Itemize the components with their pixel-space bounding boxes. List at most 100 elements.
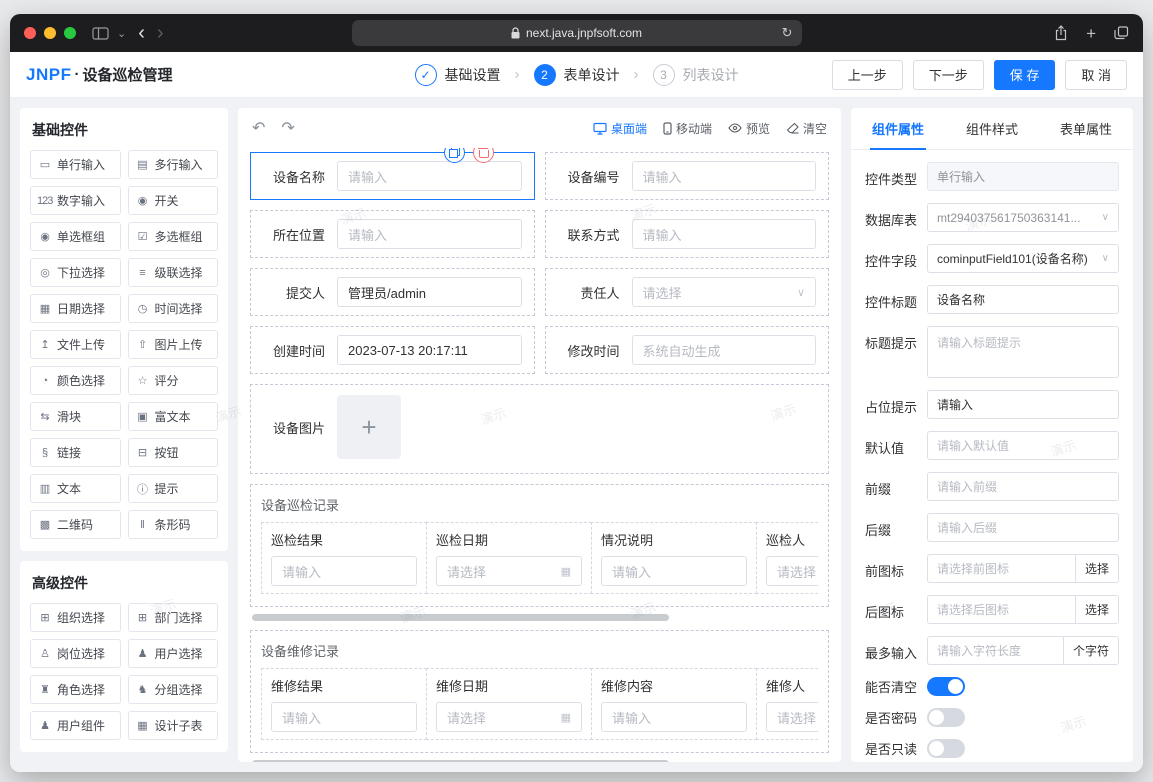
- control-chip-rich-text[interactable]: ▣ 富文本: [127, 402, 218, 431]
- control-chip-label: 图片上传: [154, 338, 203, 352]
- tab-component-style[interactable]: 组件样式: [945, 108, 1039, 149]
- control-chip-group-select[interactable]: ♞ 分组选择: [127, 675, 218, 704]
- next-step-button[interactable]: 下一步: [912, 59, 984, 90]
- cancel-button[interactable]: 取 消: [1065, 59, 1127, 90]
- canvas-field-modify-time[interactable]: 修改时间 系统自动生成: [544, 326, 829, 374]
- control-chip-slider[interactable]: ⇆ 滑块: [30, 402, 121, 431]
- control-chip-color-picker[interactable]: ◔ 颜色选择: [30, 366, 121, 395]
- horizontal-scrollbar[interactable]: [252, 760, 669, 762]
- mobile-mode-button[interactable]: 移动端: [663, 120, 712, 137]
- control-chip-date-picker[interactable]: ▦ 日期选择: [30, 294, 121, 323]
- canvas-field-contact[interactable]: 联系方式 请输入: [544, 210, 829, 258]
- back-button[interactable]: ‹: [138, 23, 145, 43]
- subtable-repair-record[interactable]: 设备维修记录维修结果请输入维修日期请选择▦维修内容请输入维修人请选择∨: [250, 630, 829, 753]
- input-default-value[interactable]: 请输入默认值: [927, 431, 1119, 460]
- toggle-is-readonly[interactable]: [927, 739, 965, 758]
- control-chip-image-upload[interactable]: ⇧ 图片上传: [127, 330, 218, 359]
- number-input-icon: 123: [37, 194, 53, 207]
- canvas-field-owner[interactable]: 责任人 请选择 ∨: [544, 268, 829, 316]
- canvas-field-create-time[interactable]: 创建时间 2023-07-13 20:17:11: [250, 326, 535, 374]
- input-max-length[interactable]: 请输入字符长度: [927, 636, 1063, 665]
- control-chip-select[interactable]: ◎ 下拉选择: [30, 258, 121, 287]
- prop-row-database-table: 数据库表 mt294037561750363141... ∨: [865, 203, 1119, 232]
- control-chip-design-subtable[interactable]: ▦ 设计子表: [127, 711, 218, 740]
- prev-step-button[interactable]: 上一步: [831, 59, 903, 90]
- subtable-inspection-record[interactable]: 设备巡检记录巡检结果请输入巡检日期请选择▦情况说明请输入巡检人请选择∨: [250, 484, 829, 607]
- control-chip-alert[interactable]: ⓘ 提示: [127, 474, 218, 503]
- select-icon-button[interactable]: 选择: [1074, 554, 1119, 583]
- chevron-down-icon[interactable]: ⌄: [117, 27, 126, 40]
- copy-field-button[interactable]: [443, 148, 465, 163]
- image-upload-box[interactable]: +: [337, 395, 401, 459]
- step-form-design[interactable]: 2 表单设计: [533, 63, 620, 86]
- canvas-field-device-image[interactable]: 设备图片 +: [250, 384, 829, 474]
- control-chip-multi-line-input[interactable]: ▤ 多行输入: [127, 150, 218, 179]
- sidebar-toggle-icon[interactable]: [92, 26, 109, 40]
- input-placeholder[interactable]: 请输入: [927, 390, 1119, 419]
- input-suffix-icon[interactable]: 请选择后图标: [927, 595, 1075, 624]
- radio-group-icon: ◉: [40, 231, 50, 243]
- toggle-clearable[interactable]: [927, 677, 965, 696]
- share-icon[interactable]: [1054, 25, 1068, 41]
- step-basic-settings[interactable]: ✓ 基础设置: [414, 63, 501, 86]
- group-select-icon: ♞: [137, 684, 148, 696]
- forward-button[interactable]: ›: [157, 23, 164, 43]
- barcode-icon: ‖: [140, 518, 145, 531]
- canvas-field-device-name[interactable]: 设备名称 请输入: [250, 148, 535, 200]
- delete-field-button[interactable]: [472, 148, 494, 163]
- redo-icon[interactable]: ↷: [281, 118, 294, 138]
- canvas-field-location[interactable]: 所在位置 请输入: [250, 210, 535, 258]
- control-chip-button[interactable]: ⊟ 按钮: [127, 438, 218, 467]
- page-title: 设备巡检管理: [82, 67, 173, 84]
- canvas-field-submitter[interactable]: 提交人 管理员/admin: [250, 268, 535, 316]
- control-chip-org-select[interactable]: ⊞ 组织选择: [30, 603, 121, 632]
- control-chip-user-component[interactable]: ♟ 用户组件: [30, 711, 121, 740]
- zoom-window-button[interactable]: [64, 27, 76, 39]
- control-chip-checkbox-group[interactable]: ☑ 多选框组: [127, 222, 218, 251]
- column-label: 情况说明: [601, 533, 654, 548]
- undo-icon[interactable]: ↶: [252, 118, 265, 138]
- input-label-tooltip[interactable]: 请输入标题提示: [927, 326, 1119, 378]
- address-bar[interactable]: next.java.jnpfsoft.com ↻: [351, 20, 802, 46]
- toggle-is-password[interactable]: [927, 708, 965, 727]
- control-chip-post-select[interactable]: ♙ 岗位选择: [30, 639, 121, 668]
- prop-row-is-readonly: 是否只读: [865, 739, 1119, 758]
- new-tab-icon[interactable]: +: [1086, 25, 1096, 42]
- control-chip-text[interactable]: ▥ 文本: [30, 474, 121, 503]
- tab-component-props[interactable]: 组件属性: [851, 108, 945, 150]
- canvas-field-device-code[interactable]: 设备编号 请输入: [544, 152, 829, 200]
- tab-form-props[interactable]: 表单属性: [1039, 108, 1133, 149]
- input-prefix-icon[interactable]: 请选择前图标: [927, 554, 1075, 583]
- control-chip-single-line-input[interactable]: ▭ 单行输入: [30, 150, 121, 179]
- clear-button[interactable]: 清空: [786, 120, 827, 137]
- control-chip-label: 按钮: [154, 446, 179, 460]
- input-control-field[interactable]: cominputField101(设备名称) ∨: [927, 244, 1119, 273]
- control-chip-barcode[interactable]: ‖ 条形码: [127, 510, 218, 539]
- control-chip-role-select[interactable]: ♜ 角色选择: [30, 675, 121, 704]
- control-chip-user-select[interactable]: ♟ 用户选择: [127, 639, 218, 668]
- control-chip-link[interactable]: § 链接: [30, 438, 121, 467]
- save-button[interactable]: 保 存: [993, 59, 1056, 90]
- horizontal-scrollbar[interactable]: [252, 614, 669, 621]
- control-chip-radio-group[interactable]: ◉ 单选框组: [30, 222, 121, 251]
- control-chip-file-upload[interactable]: ↥ 文件上传: [30, 330, 121, 359]
- preview-button[interactable]: 预览: [728, 120, 770, 137]
- control-chip-number-input[interactable]: 123 数字输入: [30, 186, 121, 215]
- control-chip-switch[interactable]: ◉ 开关: [127, 186, 218, 215]
- input-control-label[interactable]: 设备名称: [927, 285, 1119, 314]
- control-chip-time-picker[interactable]: ◷ 时间选择: [127, 294, 218, 323]
- control-chip-rate[interactable]: ☆ 评分: [127, 366, 218, 395]
- close-window-button[interactable]: [24, 27, 36, 39]
- input-suffix[interactable]: 请输入后缀: [927, 513, 1119, 542]
- select-icon-button[interactable]: 选择: [1074, 595, 1119, 624]
- control-chip-dept-select[interactable]: ⊞ 部门选择: [127, 603, 218, 632]
- tab-overview-icon[interactable]: [1114, 26, 1129, 40]
- step-list-design[interactable]: 3 列表设计: [652, 63, 739, 86]
- reload-icon[interactable]: ↻: [782, 25, 793, 41]
- minimize-window-button[interactable]: [44, 27, 56, 39]
- control-chip-qr-code[interactable]: ▩ 二维码: [30, 510, 121, 539]
- input-prefix[interactable]: 请输入前缀: [927, 472, 1119, 501]
- input-database-table[interactable]: mt294037561750363141... ∨: [927, 203, 1119, 232]
- desktop-mode-button[interactable]: 桌面端: [593, 120, 647, 137]
- control-chip-cascader[interactable]: ≡ 级联选择: [127, 258, 218, 287]
